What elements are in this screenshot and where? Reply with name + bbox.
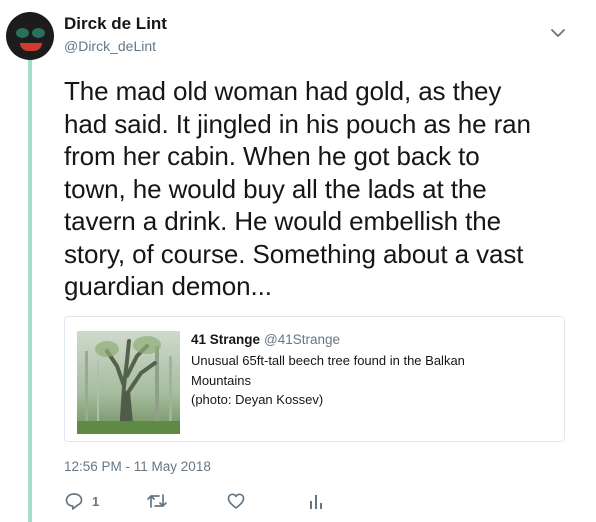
avatar[interactable] xyxy=(6,12,54,60)
author-name[interactable]: Dirck de Lint xyxy=(64,14,167,34)
reply-icon xyxy=(65,493,83,510)
analytics-button[interactable] xyxy=(306,490,326,512)
retweet-button[interactable] xyxy=(146,490,168,512)
reply-count: 1 xyxy=(92,493,100,509)
quoted-tweet-card[interactable]: 41 Strange @41Strange Unusual 65ft-tall b… xyxy=(64,316,565,442)
heart-icon xyxy=(227,493,245,509)
quoted-author-handle: @41Strange xyxy=(264,332,341,347)
like-button[interactable] xyxy=(226,490,246,512)
avatar-mouth xyxy=(20,43,42,51)
reply-button[interactable]: 1 xyxy=(64,490,99,512)
thread-connector-line xyxy=(28,60,32,522)
retweet-icon xyxy=(147,494,167,508)
quoted-author-name: 41 Strange xyxy=(191,332,261,347)
tweet-timestamp[interactable]: 12:56 PM - 11 May 2018 xyxy=(64,459,211,474)
avatar-eye-right xyxy=(32,28,45,38)
tweet-text: The mad old woman had gold, as they had … xyxy=(64,76,531,301)
analytics-icon xyxy=(310,495,322,509)
avatar-eye-left xyxy=(16,28,29,38)
quoted-tweet-text: Unusual 65ft-tall beech tree found in th… xyxy=(191,353,465,407)
quoted-tweet-image xyxy=(77,331,180,434)
author-handle[interactable]: @Dirck_deLint xyxy=(64,38,156,54)
chevron-down-icon[interactable] xyxy=(549,26,567,40)
